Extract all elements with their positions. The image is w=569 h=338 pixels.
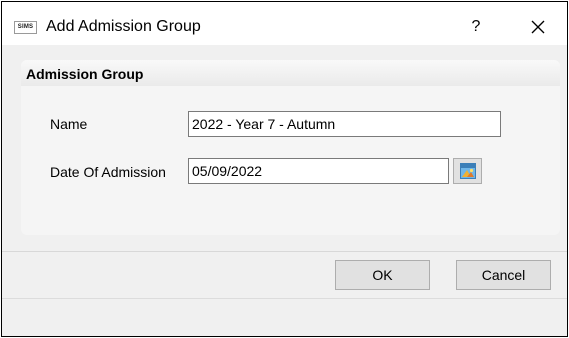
- window-title: Add Admission Group: [46, 18, 201, 35]
- admission-group-header: Admission Group: [21, 60, 560, 86]
- ok-button[interactable]: OK: [335, 260, 430, 290]
- title-bar[interactable]: SIMS Add Admission Group ?: [2, 2, 567, 45]
- calendar-button[interactable]: [453, 158, 482, 184]
- date-of-admission-label: Date Of Admission: [50, 164, 166, 180]
- date-of-admission-input[interactable]: [188, 158, 449, 184]
- add-admission-group-dialog: SIMS Add Admission Group ? Admission Gro…: [1, 1, 568, 337]
- calendar-icon: [460, 163, 476, 179]
- close-button[interactable]: [524, 14, 552, 40]
- cancel-button[interactable]: Cancel: [456, 260, 551, 290]
- name-label: Name: [50, 116, 88, 132]
- dialog-content: Admission Group Name Date Of Admission: [2, 45, 567, 251]
- help-button[interactable]: ?: [464, 14, 488, 40]
- dialog-footer: OK Cancel: [2, 252, 567, 298]
- admission-group-title: Admission Group: [26, 66, 144, 82]
- close-icon: [531, 20, 545, 34]
- status-strip: [2, 298, 567, 336]
- sims-app-icon: SIMS: [14, 21, 37, 34]
- admission-group-panel: Admission Group Name Date Of Admission: [21, 60, 560, 235]
- name-input[interactable]: [188, 111, 501, 137]
